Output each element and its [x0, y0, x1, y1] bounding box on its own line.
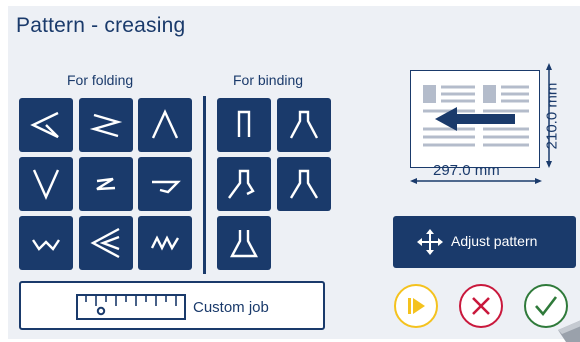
- folding-pattern-6[interactable]: [138, 157, 192, 211]
- binding-pattern-1[interactable]: [217, 98, 271, 152]
- fold-accordion-icon: [150, 235, 180, 251]
- bind-flare-open-icon: [289, 169, 319, 199]
- folding-pattern-1[interactable]: [19, 98, 73, 152]
- custom-job-label: Custom job: [193, 299, 269, 316]
- folding-pattern-3[interactable]: [138, 98, 192, 152]
- fold-zigzag-icon: [89, 113, 123, 138]
- folding-pattern-4[interactable]: [19, 157, 73, 211]
- play-icon: [408, 298, 425, 314]
- move-arrows-icon: [417, 229, 443, 255]
- play-button[interactable]: [394, 284, 438, 328]
- sheet-layout-icon: [423, 85, 529, 147]
- section-divider: [203, 96, 206, 274]
- fold-w-icon: [32, 239, 60, 251]
- binding-pattern-2[interactable]: [277, 98, 331, 152]
- bind-flare-icon: [289, 110, 319, 139]
- bind-flare-base-icon: [230, 230, 258, 258]
- close-icon: [472, 297, 490, 315]
- fold-v-icon: [32, 169, 60, 200]
- binding-pattern-4[interactable]: [277, 157, 331, 211]
- fold-left-chevron-icon: [30, 111, 59, 139]
- folding-pattern-7[interactable]: [19, 216, 73, 270]
- custom-job-button[interactable]: Custom job: [19, 281, 325, 330]
- folding-pattern-2[interactable]: [79, 98, 133, 152]
- sheet-preview: [410, 70, 540, 168]
- adjust-pattern-label: Adjust pattern: [451, 233, 538, 249]
- folding-pattern-8[interactable]: [79, 216, 133, 270]
- folding-pattern-5[interactable]: [79, 157, 133, 211]
- cancel-button[interactable]: [459, 284, 503, 328]
- fold-gate-icon: [152, 180, 181, 194]
- ruler-icon: [76, 294, 186, 320]
- folding-section-label: For folding: [67, 72, 134, 88]
- bind-flare-wide-icon: [228, 169, 255, 199]
- page-title: Pattern - creasing: [16, 14, 186, 37]
- fold-peak-icon: [151, 109, 179, 139]
- binding-pattern-5[interactable]: [217, 216, 271, 270]
- pen-tip-icon: [558, 320, 580, 342]
- binding-section-label: For binding: [233, 72, 304, 88]
- fold-z-icon: [96, 177, 116, 191]
- width-dimension-label: 297.0 mm: [433, 162, 500, 179]
- folding-pattern-9[interactable]: [138, 216, 192, 270]
- fold-double-chevron-icon: [90, 227, 120, 259]
- binding-pattern-3[interactable]: [217, 157, 271, 211]
- bind-spine-icon: [237, 110, 251, 137]
- adjust-pattern-button[interactable]: Adjust pattern: [393, 216, 576, 268]
- height-dimension-label: 210.0 mm: [543, 82, 561, 150]
